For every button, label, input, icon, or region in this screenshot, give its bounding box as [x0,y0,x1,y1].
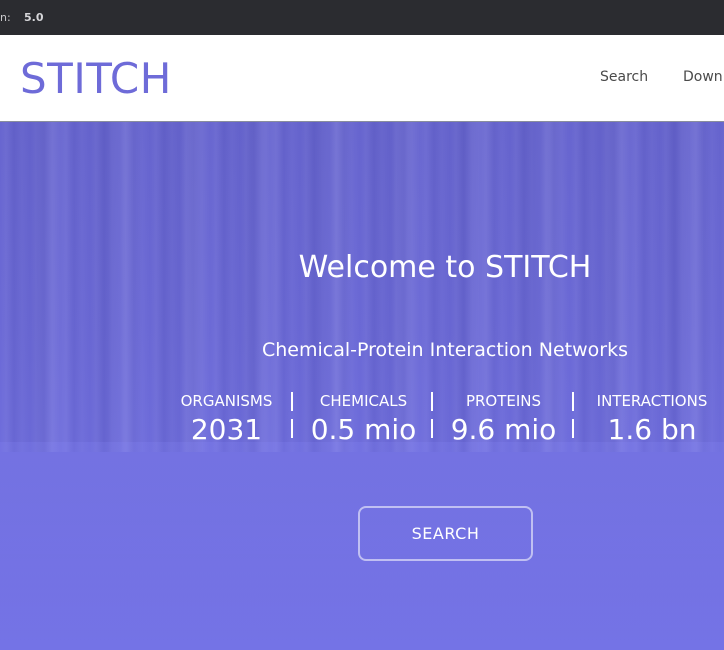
nav-download-link[interactable]: Down [683,69,723,85]
stat-proteins-label: PROTEINS [465,392,542,410]
version-value: 5.0 [24,11,44,24]
version-bar: n: 5.0 [0,0,724,35]
stat-interactions: INTERACTIONS 1.6 bn [584,392,720,448]
stitch-logo[interactable]: STITCH [20,55,172,103]
stat-interactions-value: 1.6 bn [607,413,697,446]
hero-section: Welcome to STITCH Chemical-Protein Inter… [0,122,724,650]
site-header: STITCH Search Down [0,35,724,122]
stat-proteins-value: 9.6 mio [450,413,557,446]
stat-separator [572,392,574,444]
stat-separator [431,392,433,444]
hero-subtitle: Chemical-Protein Interaction Networks [261,339,628,361]
stat-chemicals-label: CHEMICALS [319,392,408,410]
search-button[interactable]: SEARCH [358,506,533,561]
stat-interactions-label: INTERACTIONS [596,392,708,410]
stat-proteins: PROTEINS 9.6 mio [443,392,564,448]
stat-separator [291,392,293,444]
stat-chemicals: CHEMICALS 0.5 mio [303,392,424,448]
stat-chemicals-value: 0.5 mio [310,413,417,446]
welcome-heading: Welcome to STITCH [298,250,592,285]
version-prefix: n: [0,11,11,24]
stat-organisms: ORGANISMS 2031 [170,392,283,448]
stat-organisms-label: ORGANISMS [180,392,273,410]
nav-search-link[interactable]: Search [600,69,648,85]
stat-organisms-value: 2031 [190,413,263,446]
